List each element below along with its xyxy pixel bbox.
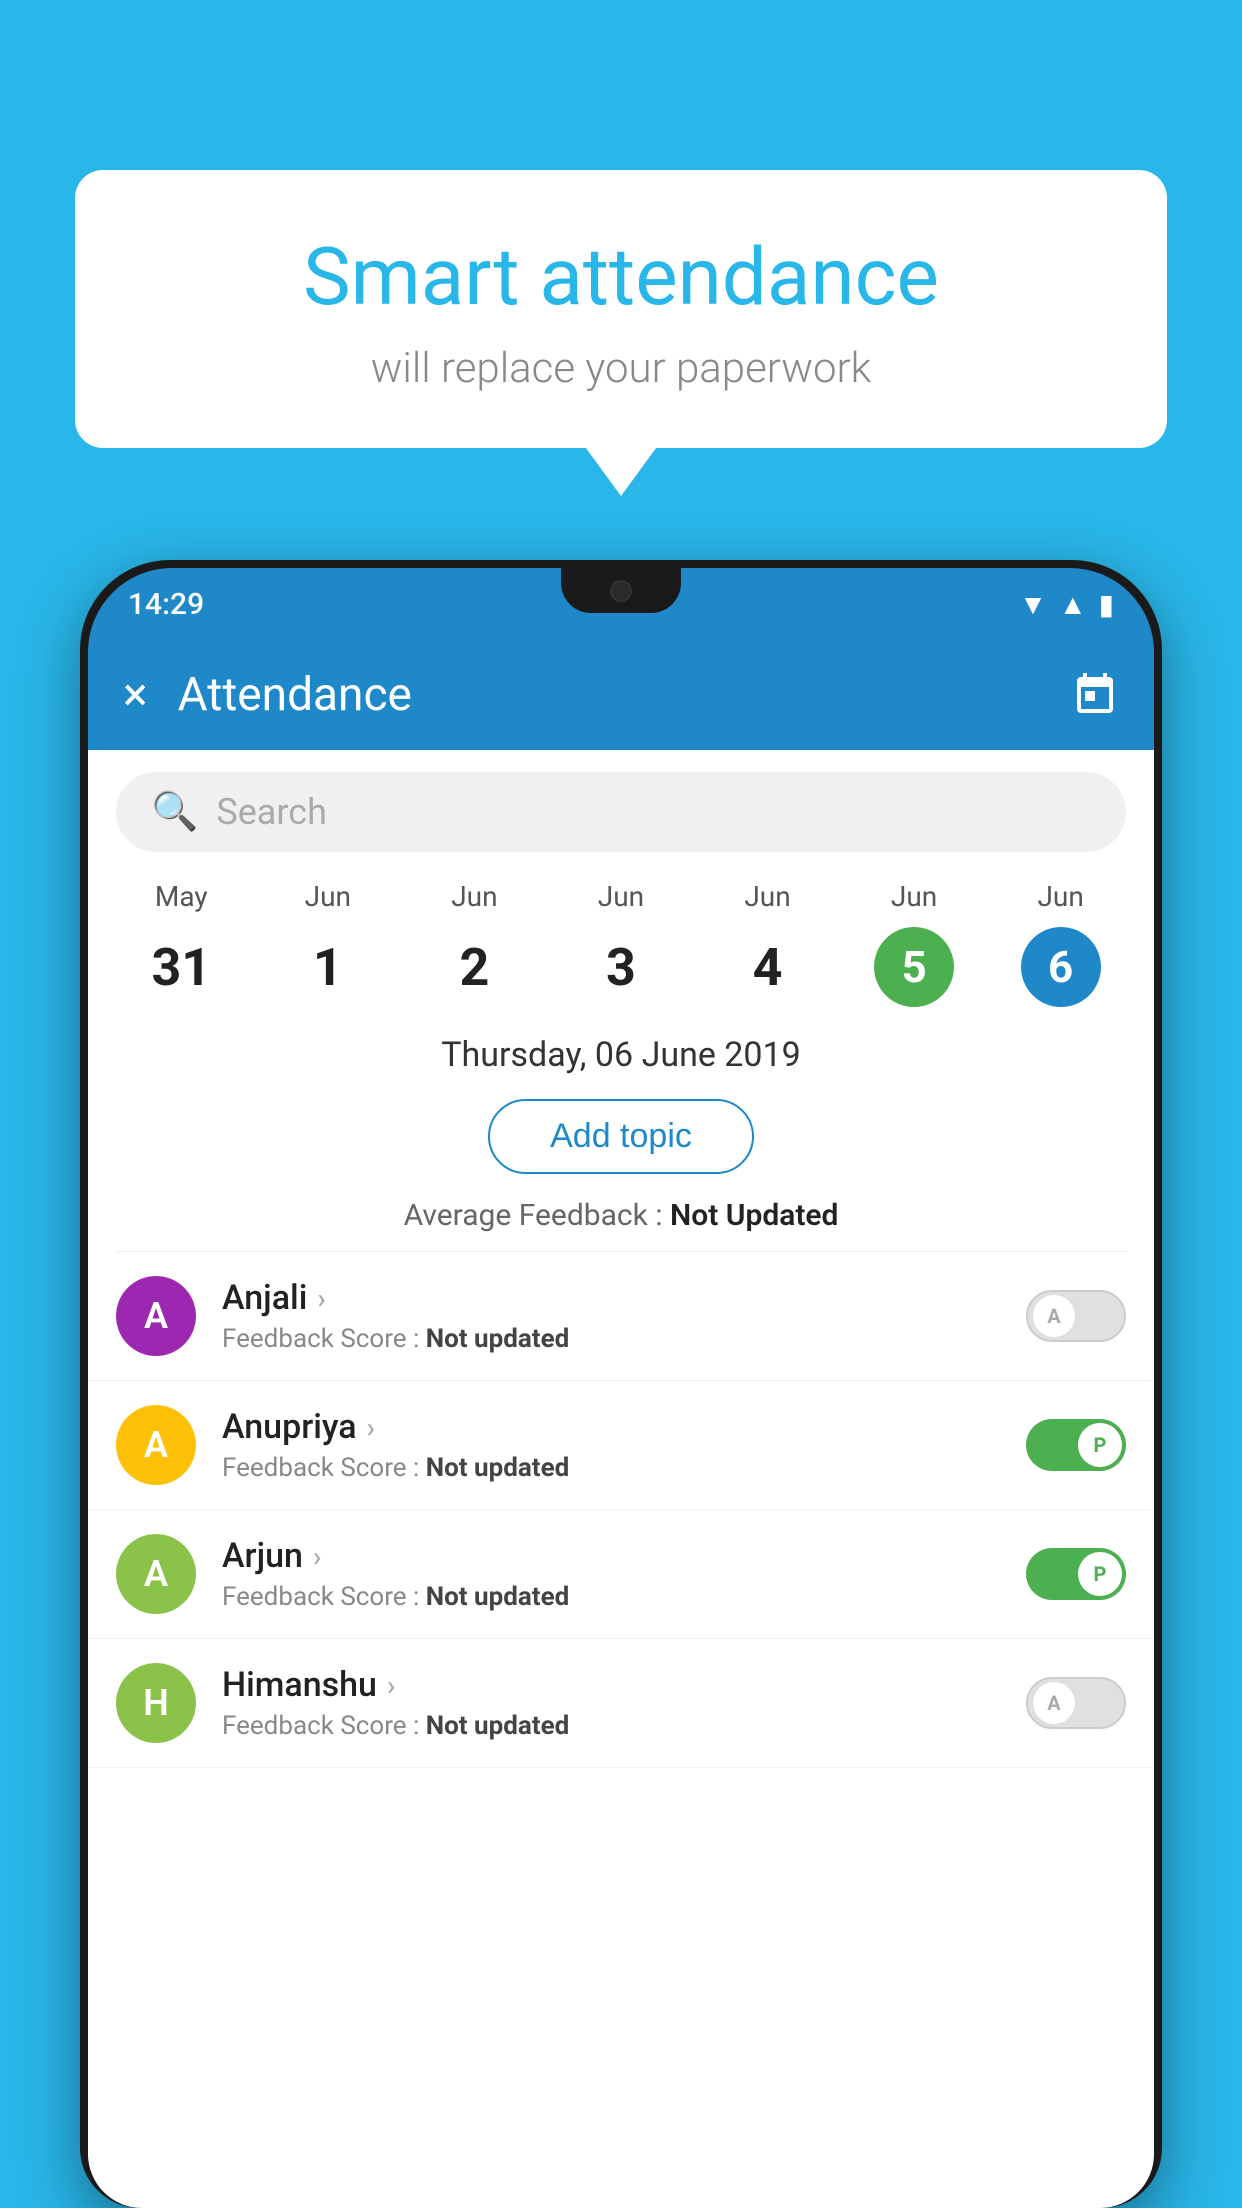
calendar-day[interactable]: May 31 xyxy=(141,880,221,1007)
chevron-right-icon: › xyxy=(387,1669,395,1702)
toggle-knob: A xyxy=(1032,1681,1076,1725)
cal-day-num[interactable]: 31 xyxy=(141,927,221,1007)
toggle-switch[interactable]: A xyxy=(1026,1677,1126,1729)
status-bar: 14:29 ▼ ▲ ▮ xyxy=(88,568,1154,640)
chevron-right-icon: › xyxy=(317,1282,325,1315)
cal-day-num[interactable]: 4 xyxy=(728,927,808,1007)
student-item: AAnjali›Feedback Score : Not updatedA xyxy=(88,1252,1154,1381)
app-bar: × Attendance xyxy=(88,640,1154,750)
search-icon: 🔍 xyxy=(151,790,198,834)
add-topic-button[interactable]: Add topic xyxy=(488,1099,754,1174)
student-feedback-value: Not updated xyxy=(426,1453,570,1483)
cal-day-num[interactable]: 1 xyxy=(288,927,368,1007)
cal-month-label: May xyxy=(155,880,208,913)
student-feedback-value: Not updated xyxy=(426,1324,570,1354)
phone-frame: 14:29 ▼ ▲ ▮ × Attendance 🔍 Search xyxy=(80,560,1162,2208)
bubble-title: Smart attendance xyxy=(135,230,1107,324)
attendance-toggle[interactable]: A xyxy=(1026,1290,1126,1342)
cal-month-label: Jun xyxy=(891,880,937,913)
attendance-toggle[interactable]: P xyxy=(1026,1419,1126,1471)
wifi-icon: ▼ xyxy=(1019,588,1047,621)
student-avatar: A xyxy=(116,1276,196,1356)
student-feedback: Feedback Score : Not updated xyxy=(222,1453,1026,1483)
student-item: A Anupriya › Feedback Score : Not updated P xyxy=(88,1381,1154,1510)
student-item: A Arjun › Feedback Score : Not updated P xyxy=(88,1510,1154,1639)
battery-icon: ▮ xyxy=(1099,588,1114,621)
student-name[interactable]: Himanshu › xyxy=(222,1665,1026,1705)
student-name-text: Arjun xyxy=(222,1536,303,1576)
search-bar[interactable]: 🔍 Search xyxy=(116,772,1126,852)
bubble-subtitle: will replace your paperwork xyxy=(135,344,1107,393)
app-title: Attendance xyxy=(178,668,1041,722)
student-avatar: A xyxy=(116,1534,196,1614)
phone-notch xyxy=(561,568,681,613)
avg-feedback: Average Feedback : Not Updated xyxy=(88,1198,1154,1233)
toggle-knob: P xyxy=(1078,1423,1122,1467)
cal-month-label: Jun xyxy=(598,880,644,913)
student-avatar: H xyxy=(116,1663,196,1743)
cal-month-label: Jun xyxy=(1037,880,1083,913)
calendar-strip: May 31 Jun 1 Jun 2 Jun 3 Jun 4 Jun 5 Jun 6 xyxy=(88,852,1154,1007)
student-name[interactable]: Anupriya › xyxy=(222,1407,1026,1447)
toggle-switch[interactable]: A xyxy=(1026,1290,1126,1342)
cal-day-num[interactable]: 5 xyxy=(874,927,954,1007)
cal-day-num[interactable]: 3 xyxy=(581,927,661,1007)
cal-month-label: Jun xyxy=(744,880,790,913)
student-avatar: A xyxy=(116,1405,196,1485)
calendar-icon[interactable] xyxy=(1071,671,1119,719)
student-name[interactable]: Anjali › xyxy=(222,1278,1026,1318)
signal-icon: ▲ xyxy=(1059,588,1087,621)
camera xyxy=(610,580,632,602)
student-feedback: Feedback Score : Not updated xyxy=(222,1582,1026,1612)
cal-month-label: Jun xyxy=(451,880,497,913)
speech-bubble: Smart attendance will replace your paper… xyxy=(75,170,1167,448)
date-display: Thursday, 06 June 2019 xyxy=(88,1035,1154,1075)
avg-feedback-value: Not Updated xyxy=(670,1198,838,1233)
attendance-toggle[interactable]: A xyxy=(1026,1677,1126,1729)
student-info: Himanshu › Feedback Score : Not updated xyxy=(222,1665,1026,1741)
student-info: Anjali › Feedback Score : Not updated xyxy=(222,1278,1026,1354)
cal-day-num[interactable]: 2 xyxy=(434,927,514,1007)
student-feedback-value: Not updated xyxy=(426,1711,570,1741)
cal-day-num[interactable]: 6 xyxy=(1021,927,1101,1007)
student-list: AAnjali›Feedback Score : Not updatedAAAn… xyxy=(88,1252,1154,1768)
student-feedback: Feedback Score : Not updated xyxy=(222,1711,1026,1741)
avg-feedback-label: Average Feedback : xyxy=(404,1198,663,1233)
search-placeholder: Search xyxy=(216,791,327,833)
toggle-switch[interactable]: P xyxy=(1026,1419,1126,1471)
student-item: H Himanshu › Feedback Score : Not updatedA xyxy=(88,1639,1154,1768)
attendance-toggle[interactable]: P xyxy=(1026,1548,1126,1600)
cal-month-label: Jun xyxy=(305,880,351,913)
student-name[interactable]: Arjun › xyxy=(222,1536,1026,1576)
toggle-switch[interactable]: P xyxy=(1026,1548,1126,1600)
status-icons: ▼ ▲ ▮ xyxy=(1019,588,1114,621)
student-name-text: Anjali xyxy=(222,1278,307,1318)
speech-bubble-container: Smart attendance will replace your paper… xyxy=(75,170,1167,448)
calendar-day[interactable]: Jun 4 xyxy=(728,880,808,1007)
calendar-day[interactable]: Jun 3 xyxy=(581,880,661,1007)
status-time: 14:29 xyxy=(128,587,204,622)
close-button[interactable]: × xyxy=(123,668,148,722)
calendar-day[interactable]: Jun 6 xyxy=(1021,880,1101,1007)
student-feedback-value: Not updated xyxy=(426,1582,570,1612)
student-name-text: Himanshu xyxy=(222,1665,377,1705)
phone-inner: 14:29 ▼ ▲ ▮ × Attendance 🔍 Search xyxy=(88,568,1154,2208)
calendar-day[interactable]: Jun 2 xyxy=(434,880,514,1007)
student-feedback: Feedback Score : Not updated xyxy=(222,1324,1026,1354)
calendar-day[interactable]: Jun 5 xyxy=(874,880,954,1007)
chevron-right-icon: › xyxy=(313,1540,321,1573)
calendar-day[interactable]: Jun 1 xyxy=(288,880,368,1007)
student-info: Anupriya › Feedback Score : Not updated xyxy=(222,1407,1026,1483)
toggle-knob: P xyxy=(1078,1552,1122,1596)
student-name-text: Anupriya xyxy=(222,1407,357,1447)
student-info: Arjun › Feedback Score : Not updated xyxy=(222,1536,1026,1612)
screen-content: 🔍 Search May 31 Jun 1 Jun 2 Jun 3 Jun 4 Jun 5 Jun 6 T… xyxy=(88,750,1154,2208)
toggle-knob: A xyxy=(1032,1294,1076,1338)
chevron-right-icon: › xyxy=(367,1411,375,1444)
